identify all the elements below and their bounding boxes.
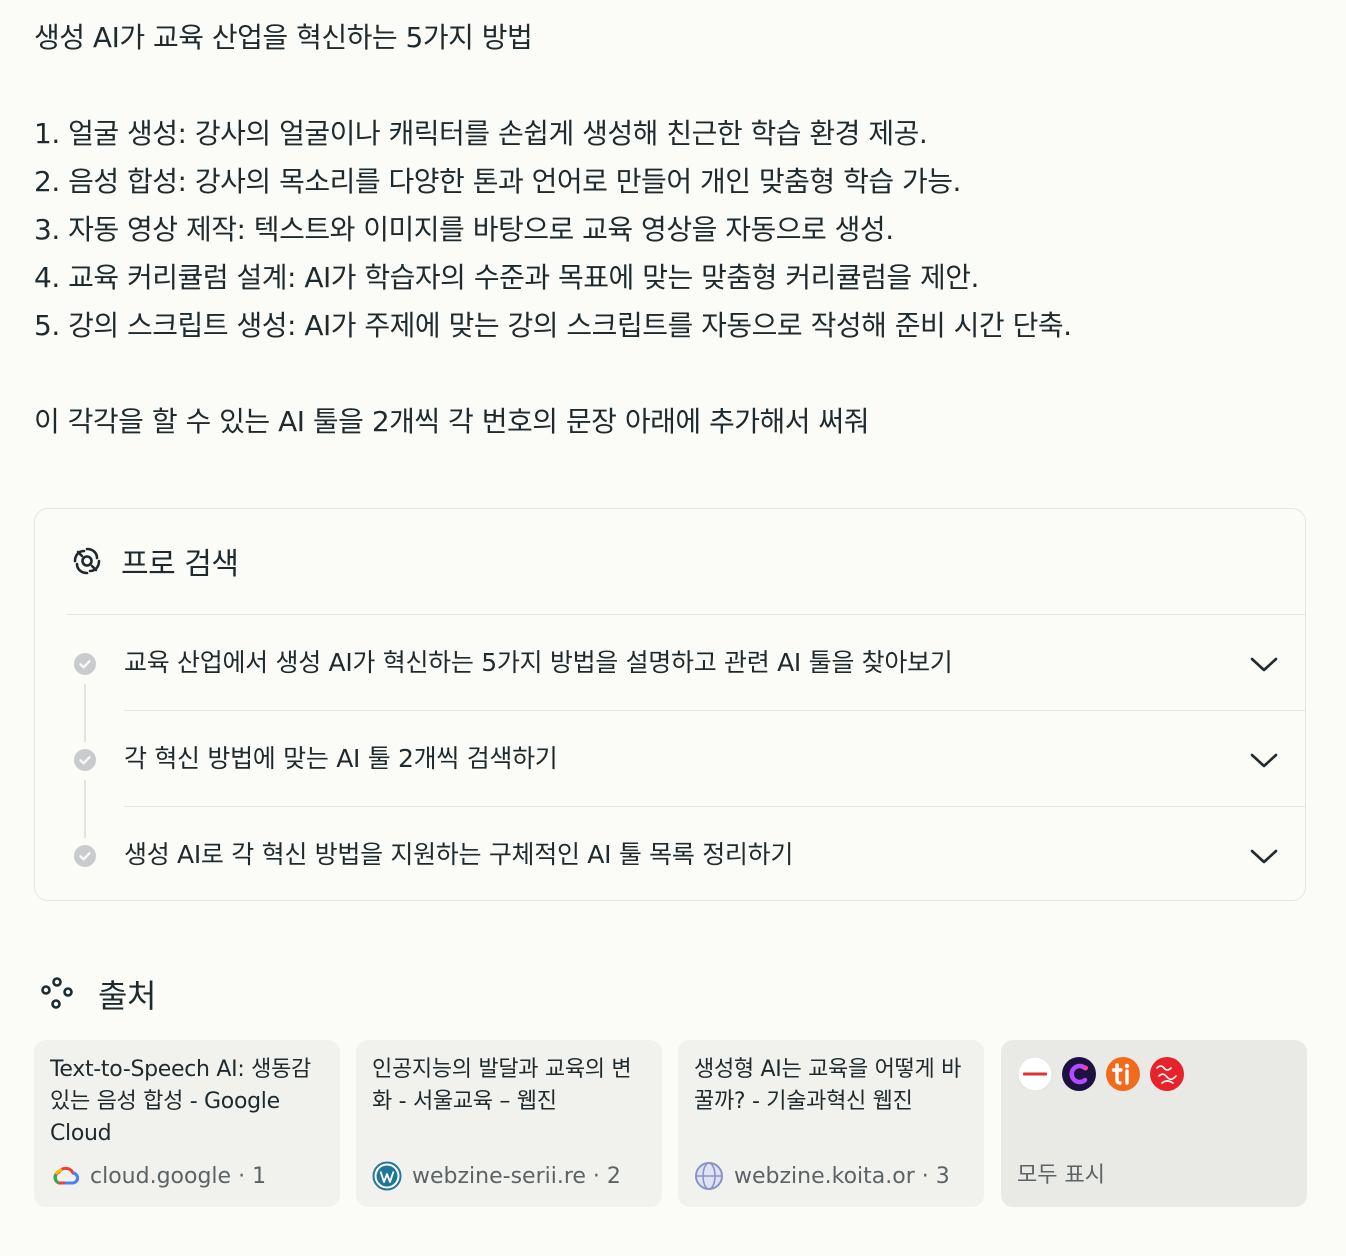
step-label: 교육 산업에서 생성 AI가 혁신하는 5가지 방법을 설명하고 관련 AI 툴…: [124, 648, 953, 677]
step-item-1[interactable]: 교육 산업에서 생성 AI가 혁신하는 5가지 방법을 설명하고 관련 AI 툴…: [35, 615, 1305, 711]
query-item-1: 1. 얼굴 생성: 강사의 얼굴이나 캐릭터를 손쉽게 생성해 친근한 학습 환…: [34, 117, 928, 150]
pro-search-panel: 프로 검색 교육 산업에서 생성 AI가 혁신하는 5가지 방법을 설명하고 관…: [34, 508, 1306, 901]
source-index: 1: [252, 1163, 267, 1189]
purple-c-icon: [1062, 1057, 1096, 1091]
pro-search-title: 프로 검색: [121, 547, 239, 582]
query-item-4: 4. 교육 커리큘럼 설계: AI가 학습자의 수준과 목표에 맞는 맞춤형 커…: [34, 261, 979, 294]
ott-korea-icon: [1017, 1056, 1053, 1092]
query-request: 이 각각을 할 수 있는 AI 툴을 2개씩 각 번호의 문장 아래에 추가해서…: [34, 405, 869, 438]
query-title: 생성 AI가 교육 산업을 혁신하는 5가지 방법: [34, 21, 533, 54]
source-card-2[interactable]: 인공지능의 발달과 교육의 변화 - 서울교육 – 웹진 webzine-ser…: [356, 1040, 662, 1207]
show-all-label: 모두 표시: [1017, 1163, 1105, 1188]
source-title: 생성형 AI는 교육을 어떻게 바꿀까? - 기술과혁신 웹진: [694, 1057, 962, 1114]
pro-search-icon: [73, 547, 101, 575]
source-domain: cloud.google: [90, 1163, 232, 1189]
source-domain: webzine-serii.re: [412, 1163, 586, 1189]
user-query: 생성 AI가 교육 산업을 혁신하는 5가지 방법 1. 얼굴 생성: 강사의 …: [34, 14, 1294, 446]
source-index: 3: [935, 1163, 950, 1189]
chevron-down-icon[interactable]: [1249, 747, 1279, 773]
check-circle-icon: [74, 653, 96, 675]
source-title: 인공지능의 발달과 교육의 변화 - 서울교육 – 웹진: [372, 1057, 632, 1114]
check-circle-icon: [74, 845, 96, 867]
ti-icon: [1106, 1057, 1140, 1091]
step-label: 각 혁신 방법에 맞는 AI 툴 2개씩 검색하기: [124, 744, 558, 773]
source-meta: cloud.google · 1: [50, 1161, 266, 1191]
query-item-2: 2. 음성 합성: 강사의 목소리를 다양한 톤과 언어로 만들어 개인 맞춤형…: [34, 165, 961, 198]
step-item-2[interactable]: 각 혁신 방법에 맞는 AI 툴 2개씩 검색하기: [35, 711, 1305, 807]
pro-search-header: 프로 검색: [67, 539, 239, 583]
source-card-3[interactable]: 생성형 AI는 교육을 어떻게 바꿀까? - 기술과혁신 웹진 webzine.…: [678, 1040, 984, 1207]
query-item-5: 5. 강의 스크립트 생성: AI가 주제에 맞는 강의 스크립트를 자동으로 …: [34, 309, 1072, 342]
source-card-1[interactable]: Text-to-Speech AI: 생동감 있는 음성 합성 - Google…: [34, 1040, 340, 1207]
step-label: 생성 AI로 각 혁신 방법을 지원하는 구체적인 AI 툴 목록 정리하기: [124, 840, 794, 869]
show-all-sources-button[interactable]: 모두 표시: [1001, 1040, 1307, 1207]
sources-icon: [41, 977, 73, 1009]
source-title: Text-to-Speech AI: 생동감 있는 음성 합성 - Google…: [50, 1057, 311, 1146]
sources-header: 출처: [38, 974, 156, 1015]
source-domain: webzine.koita.or: [734, 1163, 915, 1189]
check-circle-icon: [74, 749, 96, 771]
red-logo-icon: [1150, 1057, 1184, 1091]
chevron-down-icon[interactable]: [1249, 651, 1279, 677]
wordpress-icon: [372, 1161, 402, 1191]
sources-title: 출처: [98, 977, 156, 1015]
source-meta: webzine-serii.re · 2: [372, 1161, 621, 1191]
step-item-3[interactable]: 생성 AI로 각 혁신 방법을 지원하는 구체적인 AI 툴 목록 정리하기: [35, 807, 1305, 903]
source-index: 2: [606, 1163, 621, 1189]
chevron-down-icon[interactable]: [1249, 843, 1279, 869]
globe-icon: [695, 1162, 723, 1190]
source-meta: webzine.koita.or · 3: [694, 1161, 950, 1191]
source-favicons: [1017, 1056, 1291, 1092]
query-item-3: 3. 자동 영상 제작: 텍스트와 이미지를 바탕으로 교육 영상을 자동으로 …: [34, 213, 894, 246]
google-cloud-icon: [53, 1166, 80, 1185]
